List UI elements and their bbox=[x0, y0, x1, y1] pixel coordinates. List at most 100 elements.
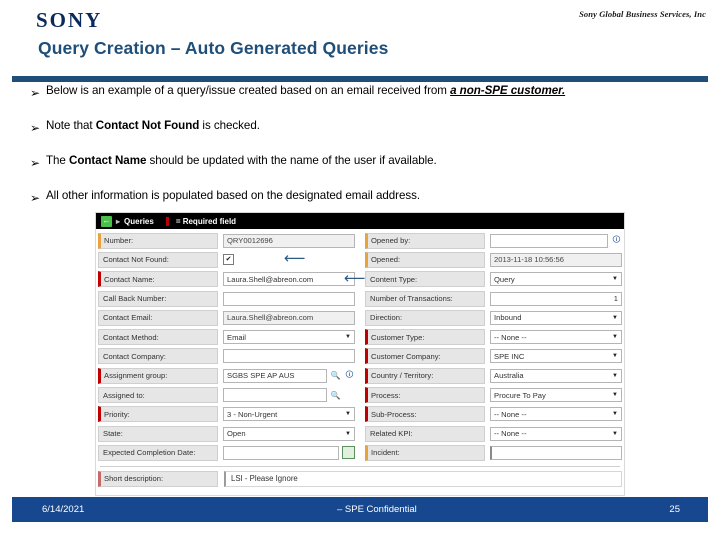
field-label: Short description: bbox=[98, 470, 218, 487]
list-item: ➢ Note that Contact Not Found is checked… bbox=[0, 119, 720, 154]
expected-completion-date-input[interactable] bbox=[223, 445, 339, 460]
list-item: ➢ The Contact Name should be updated wit… bbox=[0, 154, 720, 189]
list-item: ➢ Below is an example of a query/issue c… bbox=[0, 84, 720, 119]
field-label: Customer Type: bbox=[365, 329, 485, 346]
field-label: Opened by: bbox=[365, 232, 485, 249]
field-label: Country / Territory: bbox=[365, 367, 485, 384]
field-priority: Priority: 3 - Non-Urgent ▼ bbox=[98, 405, 355, 424]
bullet-list: ➢ Below is an example of a query/issue c… bbox=[0, 84, 720, 224]
field-control: Laura.Shell@abreon.com bbox=[218, 310, 355, 325]
select-value: -- None -- bbox=[494, 332, 527, 342]
left-arrow-annotation-icon: ⟵ bbox=[284, 249, 306, 268]
bullet-arrow-icon: ➢ bbox=[30, 156, 41, 170]
bullet-text-pre: All other information is populated based… bbox=[46, 189, 421, 202]
field-country-territory: Country / Territory: Australia ▼ bbox=[365, 366, 622, 385]
field-incident: Incident: bbox=[365, 443, 622, 462]
incident-input[interactable] bbox=[490, 445, 622, 460]
contact-email-input[interactable]: Laura.Shell@abreon.com bbox=[223, 310, 355, 325]
field-label: Number of Transactions: bbox=[365, 290, 485, 307]
field-call-back-number: Call Back Number: bbox=[98, 289, 355, 308]
select-value: 3 - Non-Urgent bbox=[227, 409, 278, 419]
related-kpi-select[interactable]: -- None -- ▼ bbox=[490, 426, 622, 441]
bullet-text-pre: Note that bbox=[46, 119, 96, 132]
process-select[interactable]: Procure To Pay ▼ bbox=[490, 388, 622, 403]
reference-icon[interactable]: 🛈 bbox=[344, 370, 355, 381]
bullet-text-post: is checked. bbox=[199, 119, 260, 132]
number-input[interactable]: QRY0012696 bbox=[223, 233, 355, 248]
priority-select[interactable]: 3 - Non-Urgent ▼ bbox=[223, 407, 355, 422]
select-value: Email bbox=[227, 332, 246, 342]
sub-process-select[interactable]: -- None -- ▼ bbox=[490, 407, 622, 422]
field-control: Open ▼ bbox=[218, 426, 355, 441]
chevron-down-icon: ▼ bbox=[345, 411, 351, 418]
select-value: SPE INC bbox=[494, 351, 525, 361]
field-control: Australia ▼ bbox=[485, 368, 622, 383]
required-field-legend: = Required field bbox=[175, 216, 237, 226]
content-type-select[interactable]: Query ▼ bbox=[490, 272, 622, 287]
field-control: QRY0012696 bbox=[218, 233, 355, 248]
app-titlebar: ← ▸ Queries = Required field bbox=[96, 213, 624, 229]
bullet-text-post: should be updated with the name of the u… bbox=[146, 154, 437, 167]
field-label: Contact Not Found: bbox=[98, 251, 218, 268]
field-label: Content Type: bbox=[365, 271, 485, 288]
magnifier-icon[interactable]: 🔍 bbox=[330, 390, 341, 401]
field-contact-company: Contact Company: bbox=[98, 347, 355, 366]
bullet-text-emphasis: a non-SPE customer. bbox=[450, 84, 566, 97]
direction-select[interactable]: Inbound ▼ bbox=[490, 310, 622, 325]
reference-icon[interactable]: 🛈 bbox=[611, 235, 622, 246]
number-of-transactions-input[interactable]: 1 bbox=[490, 291, 622, 306]
chevron-down-icon: ▼ bbox=[345, 334, 351, 341]
form-body: Number: QRY0012696 Contact Not Found: ✔ … bbox=[96, 229, 624, 463]
field-expected-completion-date: Expected Completion Date: bbox=[98, 443, 355, 462]
bullet-text-pre: The bbox=[46, 154, 69, 167]
field-opened-by: Opened by: 🛈 bbox=[365, 231, 622, 250]
chevron-down-icon: ▼ bbox=[612, 430, 618, 437]
field-label: Assignment group: bbox=[98, 367, 218, 384]
opened-input[interactable]: 2013-11-18 10:56:56 bbox=[490, 252, 622, 267]
state-select[interactable]: Open ▼ bbox=[223, 426, 355, 441]
field-label: Contact Company: bbox=[98, 348, 218, 365]
select-value: Australia bbox=[494, 371, 524, 381]
field-process: Process: Procure To Pay ▼ bbox=[365, 385, 622, 404]
field-control: 🔍 bbox=[218, 388, 355, 403]
call-back-number-input[interactable] bbox=[223, 291, 355, 306]
title-divider bbox=[12, 76, 708, 82]
contact-method-select[interactable]: Email ▼ bbox=[223, 330, 355, 345]
short-description-input[interactable]: LSI - Please Ignore bbox=[224, 470, 622, 487]
calendar-icon[interactable] bbox=[342, 446, 355, 460]
field-assigned-to: Assigned to: 🔍 bbox=[98, 385, 355, 404]
bullet-arrow-icon: ➢ bbox=[30, 121, 41, 135]
form-column-right: Opened by: 🛈 Opened: 2013-11-18 10:56:56… bbox=[361, 231, 622, 463]
field-control bbox=[218, 349, 355, 364]
field-label: Expected Completion Date: bbox=[98, 444, 218, 461]
field-label: Contact Email: bbox=[98, 309, 218, 326]
assigned-to-input[interactable] bbox=[223, 388, 327, 403]
field-label: State: bbox=[98, 425, 218, 442]
field-control bbox=[218, 445, 355, 460]
contact-company-input[interactable] bbox=[223, 349, 355, 364]
left-arrow-annotation-icon: ⟵ bbox=[344, 268, 366, 287]
field-label: Contact Name: bbox=[98, 271, 218, 288]
chevron-down-icon: ▼ bbox=[612, 314, 618, 321]
country-territory-select[interactable]: Australia ▼ bbox=[490, 368, 622, 383]
field-label: Related KPI: bbox=[365, 425, 485, 442]
assignment-group-input[interactable]: SGBS SPE AP AUS bbox=[223, 368, 327, 383]
customer-company-select[interactable]: SPE INC ▼ bbox=[490, 349, 622, 364]
field-control: SGBS SPE AP AUS 🔍 🛈 bbox=[218, 368, 355, 383]
opened-by-input[interactable] bbox=[490, 233, 608, 248]
field-control: Procure To Pay ▼ bbox=[485, 388, 622, 403]
customer-type-select[interactable]: -- None -- ▼ bbox=[490, 330, 622, 345]
back-arrow-icon[interactable]: ← bbox=[101, 215, 112, 227]
contact-name-input[interactable]: Laura.Shell@abreon.com bbox=[223, 272, 355, 287]
field-customer-type: Customer Type: -- None -- ▼ bbox=[365, 327, 622, 346]
field-contact-not-found: Contact Not Found: ✔ ⟵ bbox=[98, 250, 355, 269]
field-contact-method: Contact Method: Email ▼ bbox=[98, 327, 355, 346]
magnifier-icon[interactable]: 🔍 bbox=[330, 370, 341, 381]
field-short-description: Short description: LSI - Please Ignore bbox=[96, 467, 624, 488]
field-customer-company: Customer Company: SPE INC ▼ bbox=[365, 347, 622, 366]
contact-not-found-checkbox[interactable]: ✔ bbox=[223, 254, 234, 266]
slide-footer: 6/14/2021 – SPE Confidential 25 bbox=[12, 497, 708, 522]
field-label: Incident: bbox=[365, 444, 485, 461]
breadcrumb[interactable]: Queries bbox=[124, 217, 154, 226]
field-control: ✔ ⟵ bbox=[218, 249, 355, 268]
